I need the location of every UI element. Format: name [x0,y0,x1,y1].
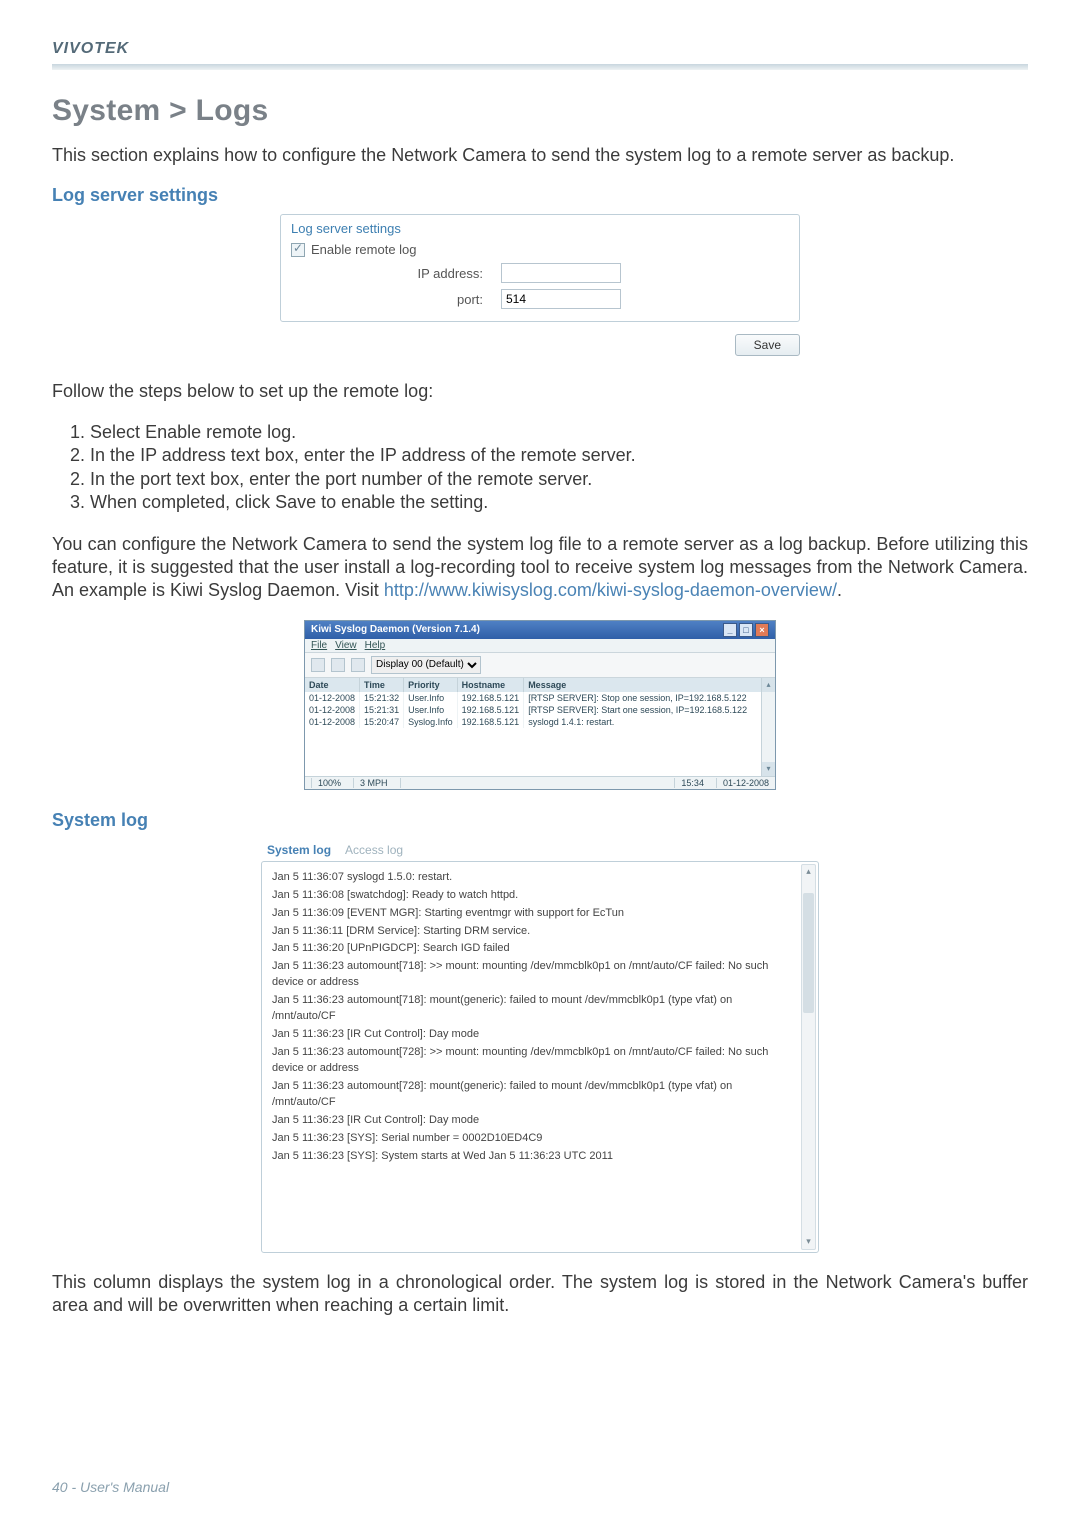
section-log-server-settings: Log server settings [52,185,1028,206]
display-select[interactable]: Display 00 (Default) [371,656,481,674]
system-log-panel: System log Access log Jan 5 11:36:07 sys… [261,839,819,1253]
scroll-up-icon[interactable]: ▴ [762,678,775,692]
kiwi-title-text: Kiwi Syslog Daemon (Version 7.1.4) [311,624,480,635]
menu-view[interactable]: View [335,640,357,651]
save-button[interactable]: Save [735,334,800,356]
syslog-line: Jan 5 11:36:23 automount[718]: >> mount:… [272,959,798,991]
intro-text: This section explains how to configure t… [52,144,1028,167]
panel-legend: Log server settings [291,221,789,236]
para-kiwi: You can configure the Network Camera to … [52,533,1028,602]
table-row[interactable]: 01-12-200815:21:31User.Info192.168.5.121… [305,704,775,716]
syslog-textarea[interactable]: Jan 5 11:36:07 syslogd 1.5.0: restart. Ja… [261,861,819,1253]
syslog-line: Jan 5 11:36:23 [SYS]: Serial number = 00… [272,1131,798,1147]
maximize-button[interactable]: □ [739,623,753,637]
syslog-line: Jan 5 11:36:07 syslogd 1.5.0: restart. [272,870,798,886]
col-date[interactable]: Date [305,678,360,692]
scroll-up-icon[interactable]: ▴ [802,865,815,879]
enable-remote-log-checkbox[interactable] [291,243,305,257]
syslog-line: Jan 5 11:36:09 [EVENT MGR]: Starting eve… [272,906,798,922]
toolbar-icon[interactable] [331,658,345,672]
menu-help[interactable]: Help [365,640,386,651]
closing-text: This column displays the system log in a… [52,1271,1028,1317]
status-date: 01-12-2008 [716,778,769,788]
kiwi-statusbar: 100% 3 MPH 15:34 01-12-2008 [305,776,775,789]
status-time: 15:34 [674,778,704,788]
steps-list: 1. Select Enable remote log. 2. In the I… [70,421,1028,515]
brand: VIVOTEK [52,40,1028,58]
tab-access-log[interactable]: Access log [345,843,403,857]
status-rate: 3 MPH [353,778,388,788]
menu-file[interactable]: File [311,640,327,651]
syslog-line: Jan 5 11:36:11 [DRM Service]: Starting D… [272,924,798,940]
kiwi-menu: File View Help [305,639,775,652]
tab-system-log[interactable]: System log [267,843,331,857]
toolbar-icon[interactable] [311,658,325,672]
close-button[interactable]: × [755,623,769,637]
scroll-down-icon[interactable]: ▾ [762,762,775,776]
kiwi-table: Date Time Priority Hostname Message 01-1… [305,678,775,728]
kiwi-link[interactable]: http://www.kiwisyslog.com/kiwi-syslog-da… [384,580,837,600]
ip-input[interactable] [501,263,621,283]
syslog-line: Jan 5 11:36:23 [IR Cut Control]: Day mod… [272,1027,798,1043]
table-row[interactable]: 01-12-200815:20:47Syslog.Info192.168.5.1… [305,716,775,728]
follow-text: Follow the steps below to set up the rem… [52,380,1028,403]
header-rule [52,64,1028,70]
page-title: System > Logs [52,94,1028,128]
footer-page-number: 40 - User's Manual [52,1479,169,1495]
kiwi-scrollbar[interactable]: ▴ ▾ [761,678,775,776]
syslog-line: Jan 5 11:36:23 [SYS]: System starts at W… [272,1149,798,1165]
syslog-line: Jan 5 11:36:23 automount[718]: mount(gen… [272,993,798,1025]
kiwi-titlebar: Kiwi Syslog Daemon (Version 7.1.4) _ □ × [305,621,775,639]
col-hostname[interactable]: Hostname [457,678,524,692]
ip-label: IP address: [291,266,501,281]
minimize-button[interactable]: _ [723,623,737,637]
syslog-line: Jan 5 11:36:23 automount[728]: >> mount:… [272,1045,798,1077]
syslog-line: Jan 5 11:36:23 [IR Cut Control]: Day mod… [272,1113,798,1129]
col-priority[interactable]: Priority [404,678,458,692]
col-time[interactable]: Time [360,678,404,692]
scroll-thumb[interactable] [803,893,814,1013]
syslog-line: Jan 5 11:36:08 [swatchdog]: Ready to wat… [272,888,798,904]
section-system-log: System log [52,810,1028,831]
kiwi-window: Kiwi Syslog Daemon (Version 7.1.4) _ □ ×… [304,620,776,790]
scroll-down-icon[interactable]: ▾ [802,1235,815,1249]
toolbar-icon[interactable] [351,658,365,672]
status-pct: 100% [311,778,341,788]
syslog-scrollbar[interactable]: ▴ ▾ [801,864,816,1250]
port-label: port: [291,292,501,307]
log-server-panel: Log server settings Enable remote log IP… [280,214,800,322]
table-row[interactable]: 01-12-200815:21:32User.Info192.168.5.121… [305,692,775,704]
col-message[interactable]: Message [524,678,775,692]
port-input[interactable] [501,289,621,309]
syslog-line: Jan 5 11:36:23 automount[728]: mount(gen… [272,1079,798,1111]
enable-remote-log-label: Enable remote log [311,242,417,257]
syslog-line: Jan 5 11:36:20 [UPnPIGDCP]: Search IGD f… [272,941,798,957]
